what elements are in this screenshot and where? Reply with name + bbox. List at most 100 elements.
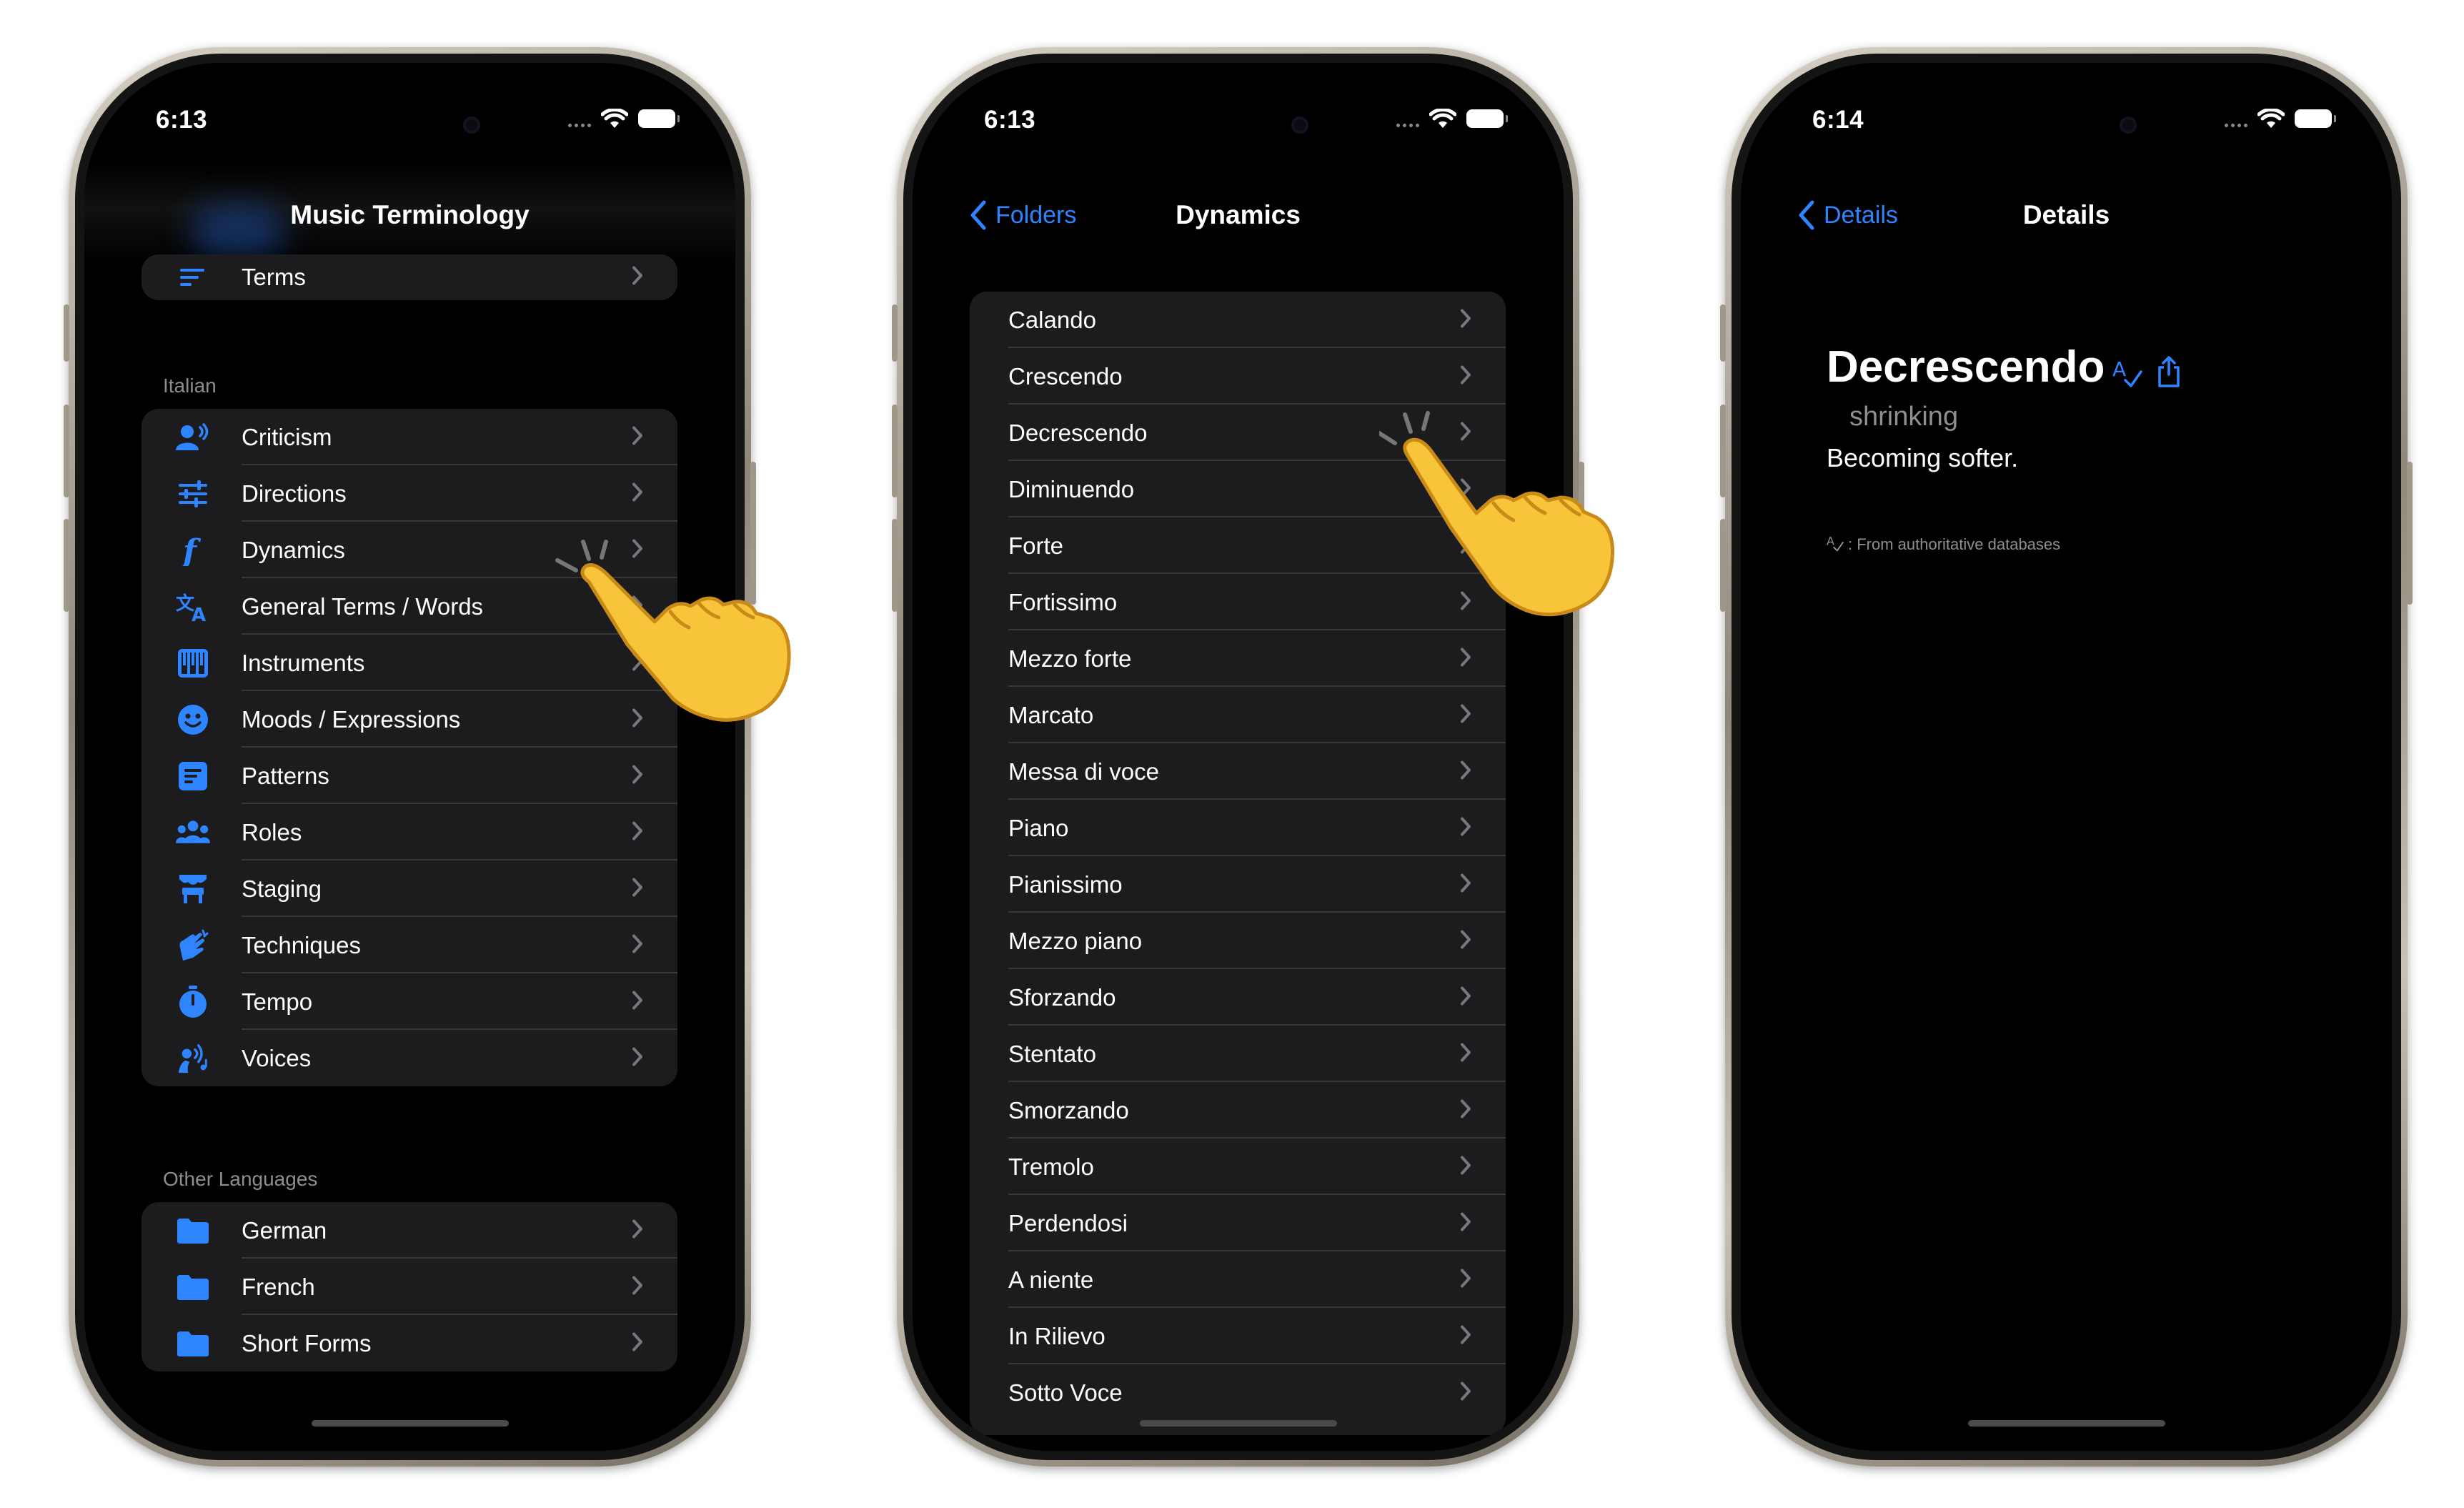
italian-group: Criticism Directions f Dynamics 文A Gener… [141,409,677,1086]
list-item[interactable]: A niente [970,1251,1506,1308]
list-item-label: Instruments [242,649,365,676]
list-item[interactable]: Decrescendo [970,405,1506,461]
list-item[interactable]: Crescendo [970,348,1506,405]
theater-stage-icon [176,872,210,906]
list-item-instruments[interactable]: Instruments [141,635,677,691]
chevron-right-icon [632,425,643,449]
status-indicators [2225,109,2336,129]
list-item-criticism[interactable]: Criticism [141,409,677,465]
chevron-right-icon [1460,1211,1471,1235]
screen-folders: 6:13 Music Terminology Terms Italian Cri… [84,63,735,1451]
list-item[interactable]: Fortissimo [970,574,1506,630]
list-item-label: A niente [1008,1266,1094,1293]
list-item[interactable]: Sforzando [970,969,1506,1026]
list-item-general-terms[interactable]: 文A General Terms / Words [141,578,677,635]
list-item-techniques[interactable]: Techniques [141,917,677,973]
screen-dynamics: 6:13 Folders Dynamics Calando Crescendo De… [913,63,1564,1451]
wifi-icon [1429,109,1456,128]
chevron-right-icon [632,482,643,505]
list-item[interactable]: In Rilievo [970,1308,1506,1364]
list-item-label: Perdendosi [1008,1209,1128,1236]
list-item-french[interactable]: French [141,1259,677,1315]
list-item[interactable]: Pianissimo [970,856,1506,913]
folder-icon [176,1214,210,1248]
list-item-label: Calando [1008,306,1096,333]
list-item[interactable]: Piano [970,800,1506,856]
list-item[interactable]: Diminuendo [970,461,1506,517]
list-item-label: In Rilievo [1008,1322,1106,1349]
page-title: Details [2022,200,2110,229]
list-item-roles[interactable]: Roles [141,804,677,860]
chevron-right-icon [1460,364,1471,388]
status-indicators [568,109,680,129]
list-item-dynamics[interactable]: f Dynamics [141,522,677,578]
list-item[interactable]: Mezzo piano [970,913,1506,969]
chevron-right-icon [632,651,643,675]
list-item-german[interactable]: German [141,1202,677,1259]
section-header-other-languages: Other Languages [163,1168,318,1190]
section-header-italian: Italian [163,374,217,397]
list-item[interactable]: Marcato [970,687,1506,743]
wifi-icon [2257,109,2285,128]
list-item[interactable]: Messa di voce [970,743,1506,800]
spellcheck-icon[interactable]: A [2112,356,2142,391]
list-item-label: Moods / Expressions [242,705,461,733]
list-item[interactable]: Tremolo [970,1139,1506,1195]
battery-icon [2295,109,2336,128]
chevron-right-icon [1460,308,1471,332]
chevron-right-icon [632,1046,643,1070]
volume-up-button [1720,405,1726,497]
list-item-label: Terms [242,264,306,290]
list-item-label: Pianissimo [1008,870,1123,898]
list-item-patterns[interactable]: Patterns [141,748,677,804]
list-item-moods[interactable]: Moods / Expressions [141,691,677,748]
cellular-dots-icon [2225,110,2247,127]
list-item[interactable]: Calando [970,292,1506,348]
list-item[interactable]: Stentato [970,1026,1506,1082]
term-definition: Becoming softer. [1827,443,2019,472]
singer-icon [176,1041,210,1076]
home-indicator [1140,1420,1337,1427]
list-item-staging[interactable]: Staging [141,860,677,917]
cellular-dots-icon [568,110,591,127]
list-item-label: Roles [242,818,302,845]
list-item-label: French [242,1273,315,1300]
volume-up-button [892,405,898,497]
chevron-right-icon [1460,477,1471,501]
list-item-label: Decrescendo [1008,419,1148,446]
list-item[interactable]: Sotto Voce [970,1364,1506,1421]
side-button [2407,462,2413,605]
list-item-label: Criticism [242,423,332,450]
list-item[interactable]: Mezzo forte [970,630,1506,687]
list-item-label: Directions [242,480,347,507]
chevron-right-icon [632,877,643,901]
list-item-label: Forte [1008,532,1064,559]
people-icon [176,815,210,850]
dynamics-list: Calando Crescendo Decrescendo Diminuendo For… [970,292,1506,1435]
chevron-right-icon [1460,647,1471,670]
other-languages-group: German French Short Forms [141,1202,677,1371]
cellular-dots-icon [1396,110,1419,127]
chevron-right-icon [632,1331,643,1355]
share-icon[interactable] [2157,356,2181,391]
list-item-tempo[interactable]: Tempo [141,973,677,1030]
list-item-terms[interactable]: Terms [141,254,677,300]
list-item[interactable]: Forte [970,517,1506,574]
list-item-directions[interactable]: Directions [141,465,677,522]
list-item-label: Short Forms [242,1329,372,1356]
chevron-right-icon [1460,929,1471,953]
list-item-label: Diminuendo [1008,475,1135,502]
list-item-short-forms[interactable]: Short Forms [141,1315,677,1371]
battery-icon [1466,109,1508,128]
chevron-right-icon [632,933,643,957]
forte-f-icon: f [176,533,210,567]
list-item-label: Mezzo piano [1008,927,1143,954]
list-item-voices[interactable]: Voices [141,1030,677,1086]
list-item-label: Piano [1008,814,1069,841]
chevron-right-icon [632,764,643,788]
volume-down-button [64,519,69,612]
list-item[interactable]: Perdendosi [970,1195,1506,1251]
chevron-right-icon [1460,816,1471,840]
list-item[interactable]: Smorzando [970,1082,1506,1139]
dynamic-island [1143,97,1334,153]
